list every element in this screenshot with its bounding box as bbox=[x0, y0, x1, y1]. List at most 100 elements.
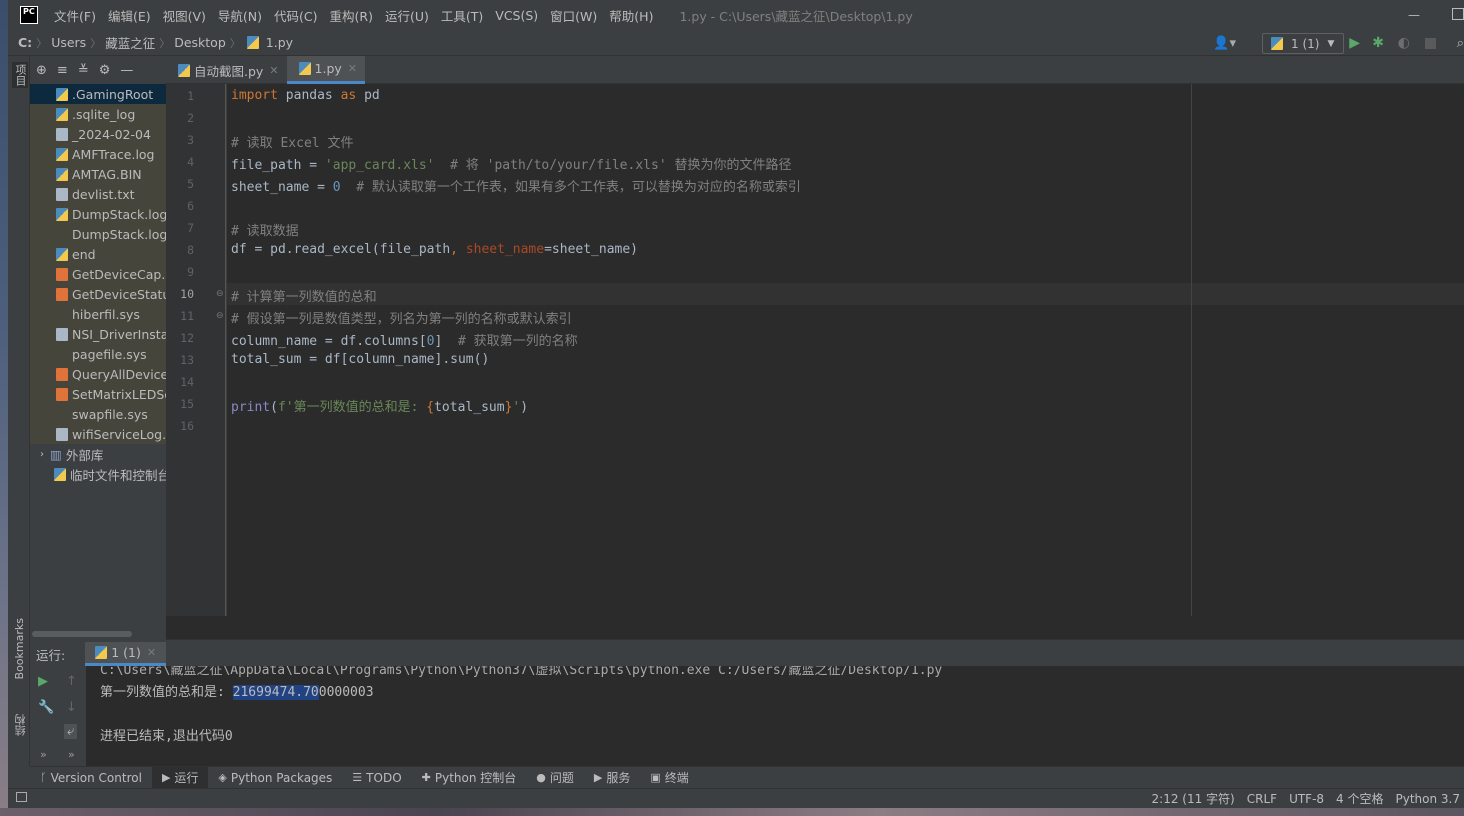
layout-icon[interactable] bbox=[16, 792, 27, 802]
tool-problems[interactable]: ● 问题 bbox=[526, 767, 584, 789]
tree-file-item[interactable]: end bbox=[30, 244, 166, 264]
horizontal-scrollbar[interactable] bbox=[32, 631, 132, 637]
run-toolbar: ▶ ↑ 🔧 ↓ ⤶ » » bbox=[30, 666, 86, 766]
arrow-up-icon[interactable]: ↑ bbox=[66, 674, 77, 689]
status-interpreter[interactable]: Python 3.7 bbox=[1390, 792, 1464, 806]
editor-tab-bar: 自动截图.py ✕ 1.py ✕ bbox=[166, 56, 1464, 84]
packages-icon: ◈ bbox=[218, 771, 227, 784]
breadcrumb-drive[interactable]: C: bbox=[14, 35, 36, 50]
breadcrumb-user-folder[interactable]: 藏蓝之征 bbox=[101, 33, 159, 52]
run-icon[interactable]: ▶ bbox=[1349, 35, 1360, 51]
menu-edit[interactable]: 编辑(E) bbox=[102, 6, 157, 25]
rerun-icon[interactable]: ▶ bbox=[38, 674, 48, 689]
structure-tool-tab[interactable]: 结构 bbox=[13, 714, 29, 736]
fold-icon[interactable]: ⊖ bbox=[216, 289, 224, 299]
services-icon: ▶ bbox=[593, 771, 603, 784]
user-icon[interactable]: 👤▾ bbox=[1213, 36, 1236, 51]
status-encoding[interactable]: UTF-8 bbox=[1283, 792, 1330, 806]
soft-wrap-icon[interactable]: ⤶ bbox=[64, 724, 78, 739]
tool-todo[interactable]: ☰ TODO bbox=[342, 767, 411, 789]
project-tool-tab[interactable]: 项目 bbox=[12, 62, 28, 88]
run-panel-header: 运行: 1 (1) ✕ bbox=[30, 642, 1464, 666]
tree-file-item[interactable]: hiberfil.sys bbox=[30, 304, 166, 324]
menu-code[interactable]: 代码(C) bbox=[268, 6, 323, 25]
bookmarks-tool-tab[interactable]: Bookmarks bbox=[13, 618, 26, 679]
status-indent[interactable]: 4 个空格 bbox=[1330, 790, 1389, 807]
menu-file[interactable]: 文件(F) bbox=[48, 6, 102, 25]
chevron-right-icon: 〉 bbox=[36, 36, 48, 50]
collapse-all-icon[interactable]: ≚ bbox=[78, 63, 89, 78]
tree-file-item[interactable]: pagefile.sys bbox=[30, 344, 166, 364]
minimize-icon[interactable]: — bbox=[1408, 8, 1420, 22]
wrench-icon[interactable]: 🔧 bbox=[38, 700, 54, 715]
search-icon[interactable]: ⌕ bbox=[1457, 36, 1464, 51]
tool-run[interactable]: ▶ 运行 bbox=[151, 766, 209, 789]
locate-icon[interactable]: ⊕ bbox=[36, 63, 47, 78]
menu-view[interactable]: 视图(V) bbox=[157, 6, 212, 25]
menu-window[interactable]: 窗口(W) bbox=[544, 6, 603, 25]
editor-breadcrumb-area bbox=[166, 616, 1464, 640]
tree-file-item[interactable]: DumpStack.log bbox=[30, 204, 166, 224]
tree-file-item[interactable]: AMTAG.BIN bbox=[30, 164, 166, 184]
gear-icon[interactable]: ⚙ bbox=[99, 63, 111, 78]
code-line-11: # 假设第一列是数值类型，列名为第一列的名称或默认索引 bbox=[231, 312, 572, 327]
coverage-icon[interactable]: ◐ bbox=[1398, 35, 1410, 51]
stop-icon[interactable] bbox=[1425, 38, 1436, 49]
menu-refactor[interactable]: 重构(R) bbox=[324, 6, 379, 25]
tool-services[interactable]: ▶ 服务 bbox=[584, 767, 640, 789]
tree-file-item[interactable]: .sqlite_log bbox=[30, 104, 166, 124]
line-number: 1 bbox=[187, 89, 194, 103]
close-icon[interactable]: ✕ bbox=[269, 64, 278, 77]
status-line-separator[interactable]: CRLF bbox=[1241, 792, 1283, 806]
breadcrumb-desktop[interactable]: Desktop bbox=[170, 35, 230, 50]
tree-file-item[interactable]: NSI_DriverInstall.log bbox=[30, 324, 166, 344]
tree-file-item[interactable]: _2024-02-04 bbox=[30, 124, 166, 144]
tree-file-item[interactable]: devlist.txt bbox=[30, 184, 166, 204]
line-number: 15 bbox=[180, 397, 194, 411]
tree-file-item[interactable]: SetMatrixLEDScript.xml bbox=[30, 384, 166, 404]
line-number: 6 bbox=[187, 199, 194, 213]
version-control-icon: ᚴ bbox=[40, 771, 47, 784]
menu-run[interactable]: 运行(U) bbox=[379, 6, 435, 25]
file-icon bbox=[56, 308, 68, 321]
tree-file-item[interactable]: AMFTrace.log bbox=[30, 144, 166, 164]
tree-file-item[interactable]: wifiServiceLog.txt bbox=[30, 424, 166, 444]
expand-all-icon[interactable]: ≡ bbox=[57, 63, 68, 78]
breadcrumb-users[interactable]: Users bbox=[47, 35, 90, 50]
close-icon[interactable]: ✕ bbox=[348, 62, 357, 75]
run-tab[interactable]: 1 (1) ✕ bbox=[85, 642, 167, 666]
tool-python-console[interactable]: ✚ Python 控制台 bbox=[412, 767, 527, 789]
menu-help[interactable]: 帮助(H) bbox=[603, 6, 659, 25]
breadcrumb-file[interactable]: 1.py bbox=[262, 35, 297, 50]
tree-file-item[interactable]: DumpStack.log.tmp bbox=[30, 224, 166, 244]
run-console[interactable]: C:\Users\藏蓝之征\AppData\Local\Programs\Pyt… bbox=[86, 666, 1464, 766]
menu-vcs[interactable]: VCS(S) bbox=[489, 8, 544, 23]
fold-icon[interactable]: ⊖ bbox=[216, 311, 224, 321]
run-configuration-select[interactable]: 1 (1) ▼ bbox=[1262, 33, 1344, 54]
tree-file-item[interactable]: GetDeviceCap.xml bbox=[30, 264, 166, 284]
debug-icon[interactable]: ✱ bbox=[1372, 35, 1384, 51]
tree-file-item[interactable]: QueryAllDevice.xml bbox=[30, 364, 166, 384]
tree-scratches[interactable]: 临时文件和控制台 bbox=[30, 464, 166, 484]
hide-icon[interactable]: — bbox=[120, 63, 133, 78]
caret-row-highlight bbox=[227, 283, 1464, 305]
tree-file-item[interactable]: GetDeviceStatus.xml bbox=[30, 284, 166, 304]
tab-auto-screenshot[interactable]: 自动截图.py ✕ bbox=[166, 56, 287, 84]
menu-navigate[interactable]: 导航(N) bbox=[212, 6, 268, 25]
status-caret-position[interactable]: 2:12 (11 字符) bbox=[1146, 790, 1241, 807]
maximize-icon[interactable] bbox=[1452, 8, 1464, 20]
menu-tools[interactable]: 工具(T) bbox=[435, 6, 489, 25]
tool-python-packages[interactable]: ◈ Python Packages bbox=[208, 767, 342, 789]
tree-file-item[interactable]: swapfile.sys bbox=[30, 404, 166, 424]
tool-terminal[interactable]: ▣ 终端 bbox=[640, 767, 698, 789]
tree-label: AMFTrace.log bbox=[72, 146, 155, 162]
close-icon[interactable]: ✕ bbox=[147, 646, 156, 659]
more-icon[interactable]: » bbox=[40, 748, 47, 761]
arrow-down-icon[interactable]: ↓ bbox=[66, 700, 77, 715]
tree-file-item[interactable]: .GamingRoot bbox=[30, 84, 166, 104]
more-icon[interactable]: » bbox=[68, 748, 75, 761]
tool-version-control[interactable]: ᚴ Version Control bbox=[30, 767, 152, 789]
code-editor[interactable]: import pandas as pd # 读取 Excel 文件 file_p… bbox=[227, 84, 1464, 616]
tab-1-py[interactable]: 1.py ✕ bbox=[286, 56, 366, 84]
tree-external-libraries[interactable]: › ▥ 外部库 bbox=[30, 444, 166, 464]
